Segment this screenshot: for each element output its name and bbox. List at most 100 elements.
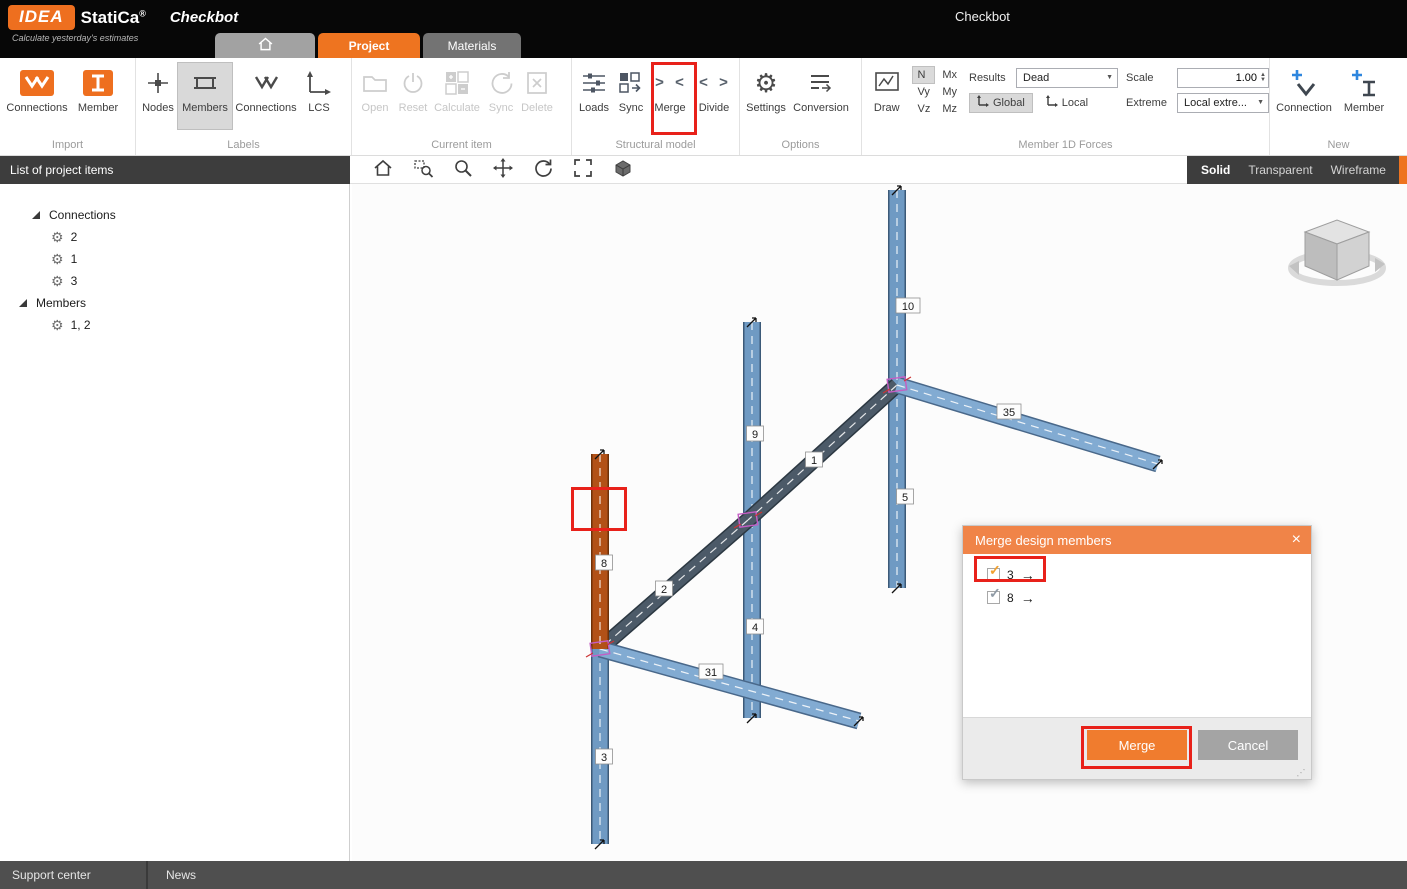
ribbon-item-structural-loads[interactable]: Loads (574, 63, 614, 129)
ribbon-item-options-settings[interactable]: ⚙Settings (742, 63, 790, 129)
svg-text:31: 31 (705, 667, 717, 679)
fit-button[interactable] (568, 157, 598, 183)
sync-icon (617, 67, 645, 99)
global-axes-icon (977, 95, 989, 110)
tab-home[interactable] (215, 33, 315, 58)
force-component-vz[interactable]: Vz (913, 101, 934, 117)
member-label-4: 4 (747, 619, 764, 634)
force-component-mx[interactable]: Mx (938, 67, 961, 83)
merge-icon: > < (655, 67, 685, 99)
idea-logo: IDEA (8, 5, 75, 30)
ribbon-item-options-conversion[interactable]: Conversion (790, 63, 852, 129)
ribbon-item-label: Connections (6, 102, 67, 114)
home-button[interactable] (368, 157, 398, 183)
delete-icon (524, 67, 550, 99)
navigation-cube[interactable] (1289, 220, 1385, 283)
member-31[interactable] (600, 649, 859, 721)
tree-item-label: 1, 2 (71, 318, 91, 332)
member-35[interactable] (897, 385, 1158, 464)
member-id-label: 3 (1007, 568, 1014, 582)
tree-item-members-1-2[interactable]: ⚙ 1, 2 (0, 314, 349, 336)
ribbon-group-structural: LoadsSync> <Merge< >DivideStructural mod… (572, 58, 740, 155)
global-button[interactable]: Global (969, 93, 1033, 113)
member-label-3: 3 (596, 749, 613, 764)
svg-text:2: 2 (661, 584, 667, 596)
ribbon-item-label: Nodes (142, 102, 174, 114)
svg-text:35: 35 (1003, 407, 1015, 419)
ribbon-item-draw[interactable]: Draw (868, 63, 905, 129)
connections-icon (20, 67, 54, 99)
zoom-window-button[interactable] (408, 157, 438, 183)
display-mode-switch: Solid Transparent Wireframe (1187, 156, 1399, 184)
ribbon-item-labels-lcs[interactable]: LCS (300, 63, 338, 129)
support-center-link[interactable]: Support center (0, 861, 148, 889)
checkbox[interactable]: ✓ (987, 568, 1000, 581)
ribbon-item-structural-divide[interactable]: < >Divide (692, 63, 736, 129)
ribbon-item-structural-merge[interactable]: > <Merge (648, 63, 692, 129)
ribbon-item-import-connections[interactable]: Connections (2, 63, 72, 129)
tree-item-connections-1[interactable]: ⚙1 (0, 248, 349, 270)
goto-member-arrow-icon[interactable]: → (1021, 590, 1035, 606)
resize-grip-icon[interactable]: ··· (1293, 764, 1310, 781)
merge-button[interactable]: Merge (1087, 730, 1187, 760)
merge-dialog-footer: Merge Cancel ··· (963, 717, 1311, 779)
tree-node-members[interactable]: Members (0, 292, 349, 314)
tree-node-connections[interactable]: Connections (0, 204, 349, 226)
window-title: Checkbot (955, 9, 1010, 24)
gear-icon: ⚙ (51, 230, 64, 244)
tab-materials[interactable]: Materials (423, 33, 521, 58)
member-icon (1349, 67, 1379, 99)
ribbon-group-label: New (1270, 139, 1407, 155)
gear-icon: ⚙ (51, 318, 64, 332)
brand-tagline: Calculate yesterday's estimates (12, 33, 138, 43)
display-mode-transparent[interactable]: Transparent (1248, 163, 1312, 177)
project-items-header: List of project items (0, 156, 350, 184)
ribbon-item-new-connection[interactable]: Connection (1272, 63, 1336, 129)
pan-button[interactable] (488, 157, 518, 183)
news-link[interactable]: News (148, 868, 196, 882)
force-component-mz[interactable]: Mz (938, 101, 961, 117)
force-component-vy[interactable]: Vy (913, 84, 934, 100)
ribbon-item-labels-connections[interactable]: Connections (232, 63, 300, 129)
tree-item-label: 2 (71, 230, 78, 244)
tree-item-connections-2[interactable]: ⚙2 (0, 226, 349, 248)
force-component-n[interactable]: N (913, 67, 934, 83)
member-2[interactable] (600, 520, 748, 649)
scale-spinner[interactable]: 1.00▲▼ (1177, 68, 1269, 88)
brand-logo: IDEA StatiCa® Checkbot (8, 5, 238, 30)
tree-item-label: 3 (71, 274, 78, 288)
ribbon-item-labels-nodes[interactable]: Nodes (138, 63, 178, 129)
display-mode-wireframe[interactable]: Wireframe (1331, 163, 1386, 177)
solid-view-button[interactable] (608, 157, 638, 183)
tab-project[interactable]: Project (318, 33, 420, 58)
rotate-button[interactable] (528, 157, 558, 183)
goto-member-arrow-icon[interactable]: → (1021, 567, 1035, 583)
spinner-arrows-icon[interactable]: ▲▼ (1260, 73, 1266, 83)
chevron-down-icon: ▼ (1251, 99, 1264, 106)
checkbox[interactable]: ✓ (987, 591, 1000, 604)
home-icon (257, 36, 274, 55)
expander-icon[interactable] (32, 211, 40, 219)
merge-item-row-8: ✓8→ (987, 586, 1311, 609)
calculate-icon (443, 67, 471, 99)
ribbon-item-labels-members[interactable]: Members (178, 63, 232, 129)
tree-item-connections-3[interactable]: ⚙3 (0, 270, 349, 292)
ribbon-item-new-member[interactable]: Member (1336, 63, 1392, 129)
ribbon-item-import-member[interactable]: Member (72, 63, 124, 129)
expander-icon[interactable] (19, 299, 27, 307)
extreme-combo[interactable]: Local extre...▼ (1177, 93, 1269, 113)
force-components: NVyVz MxMyMz (913, 63, 961, 117)
close-icon[interactable]: × (1292, 532, 1301, 548)
ribbon-item-current-reset: Reset (396, 63, 430, 129)
results-combo[interactable]: Dead▼ (1016, 68, 1118, 88)
connections-icon (251, 67, 281, 99)
merge-dialog-header[interactable]: Merge design members × (963, 526, 1311, 554)
ribbon-item-label: Calculate (434, 102, 480, 114)
zoom-button[interactable] (448, 157, 478, 183)
force-component-my[interactable]: My (938, 84, 961, 100)
ribbon-group-import: ConnectionsMemberImport (0, 58, 136, 155)
local-button[interactable]: Local (1038, 93, 1096, 113)
display-mode-solid[interactable]: Solid (1201, 163, 1230, 177)
cancel-button[interactable]: Cancel (1198, 730, 1298, 760)
ribbon-item-structural-sync[interactable]: Sync (614, 63, 648, 129)
